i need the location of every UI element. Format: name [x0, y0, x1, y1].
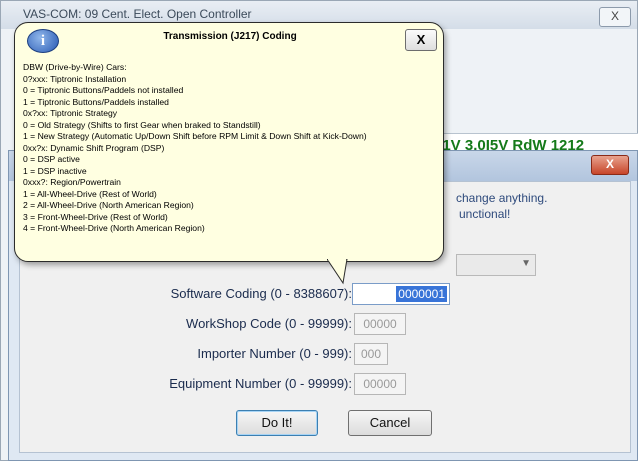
balloon-line: 0?xxx: Tiptronic Installation: [23, 73, 127, 84]
do-it-button[interactable]: Do It!: [236, 410, 318, 436]
balloon-line: 0xxx?: Region/Powertrain: [23, 177, 121, 187]
balloon-line: 2 = All-Wheel-Drive (North American Regi…: [23, 200, 194, 210]
balloon-line: 3 = Front-Wheel-Drive (Rest of World): [23, 211, 168, 222]
coding-help-balloon: i Transmission (J217) Coding X DBW (Driv…: [14, 22, 444, 285]
balloon-line: 0 = Old Strategy (Shifts to first Gear w…: [23, 119, 261, 130]
chevron-down-icon: ▼: [521, 258, 531, 269]
warning-text-line-2: unctional!: [459, 207, 511, 221]
info-icon: i: [27, 29, 59, 53]
balloon-line: 1 = Tiptronic Buttons/Paddels installed: [23, 96, 169, 107]
warning-text-line-1: change anything.: [456, 191, 548, 205]
balloon-line: 1 = New Strategy (Automatic Up/Down Shif…: [23, 131, 367, 141]
coding-dialog-close-button[interactable]: X: [591, 155, 629, 175]
equipment-number-input[interactable]: 00000: [354, 373, 406, 395]
software-coding-value: 0000001: [396, 286, 447, 302]
balloon-title: Transmission (J217) Coding: [163, 31, 297, 42]
balloon-close-button[interactable]: X: [405, 29, 437, 51]
balloon-line: 1 = DSP inactive: [23, 165, 87, 176]
option-dropdown[interactable]: ▼: [456, 254, 536, 276]
importer-number-input[interactable]: 000: [354, 343, 388, 365]
software-coding-label: Software Coding (0 - 8388607):: [170, 286, 352, 301]
cancel-button[interactable]: Cancel: [348, 410, 432, 436]
balloon-line: 1 = All-Wheel-Drive (Rest of World): [23, 188, 157, 199]
importer-number-label: Importer Number (0 - 999):: [197, 346, 352, 361]
equipment-number-label: Equipment Number (0 - 99999):: [169, 376, 352, 391]
balloon-line: 0 = Tiptronic Buttons/Paddels not instal…: [23, 85, 184, 95]
balloon-line: 0 = DSP active: [23, 154, 80, 164]
workshop-code-label: WorkShop Code (0 - 99999):: [186, 316, 352, 331]
background-window-close-button[interactable]: X: [599, 7, 631, 27]
balloon-line: 0xx?x: Dynamic Shift Program (DSP): [23, 142, 165, 153]
balloon-line: 0x?xx: Tiptronic Strategy: [23, 108, 118, 118]
balloon-line: 4 = Front-Wheel-Drive (North American Re…: [23, 223, 205, 233]
background-window-title: VAS-COM: 09 Cent. Elect. Open Controller: [23, 7, 252, 21]
software-coding-input[interactable]: 0000001: [352, 283, 450, 305]
balloon-line: DBW (Drive-by-Wire) Cars:: [23, 62, 127, 72]
workshop-code-input[interactable]: 00000: [354, 313, 406, 335]
balloon-text: DBW (Drive-by-Wire) Cars: 0?xxx: Tiptron…: [23, 62, 443, 235]
